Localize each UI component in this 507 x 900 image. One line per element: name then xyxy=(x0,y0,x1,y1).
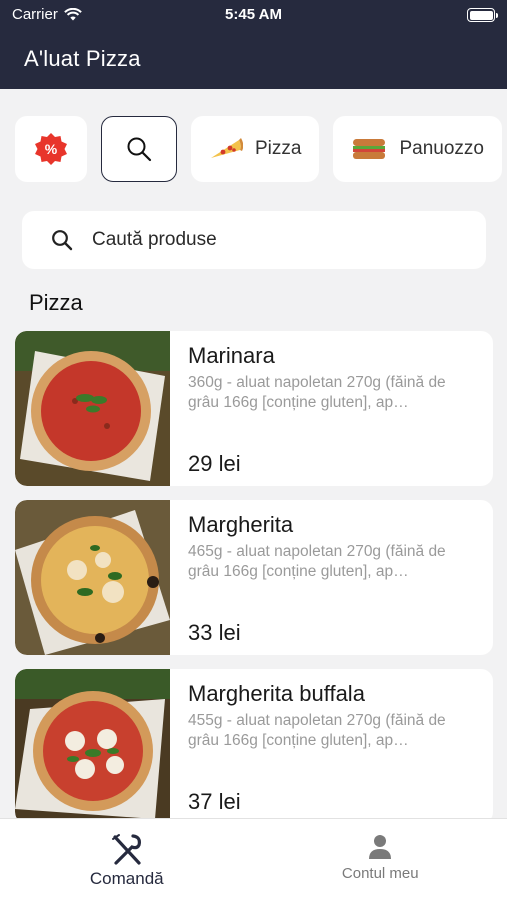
product-list: Marinara 360g - aluat napoletan 270g (fă… xyxy=(15,331,493,838)
product-description: 455g - aluat napoletan 270g (făină de gr… xyxy=(188,712,446,749)
product-name: Margherita buffala xyxy=(188,681,365,706)
svg-text:%: % xyxy=(45,141,58,157)
product-image xyxy=(15,331,170,486)
app-header: Carrier 5:45 AM A'luat Pizza xyxy=(0,0,507,89)
category-search[interactable] xyxy=(101,116,177,182)
product-price: 29 lei xyxy=(188,451,241,476)
tab-bar: Comandă Contul meu xyxy=(0,818,507,900)
clock: 5:45 AM xyxy=(225,6,282,23)
product-name: Marinara xyxy=(188,343,275,368)
battery-icon xyxy=(467,8,498,22)
search-icon xyxy=(127,137,152,162)
product-image xyxy=(15,500,170,655)
product-card-margherita[interactable]: Margherita 465g - aluat napoletan 270g (… xyxy=(15,500,493,655)
section-title: Pizza xyxy=(29,290,83,315)
page-title: A'luat Pizza xyxy=(24,46,141,71)
tab-account[interactable]: Contul meu xyxy=(254,819,507,900)
product-image xyxy=(15,669,170,824)
category-pizza-label: Pizza xyxy=(255,138,302,159)
category-bar: % Pizza Panuozzo xyxy=(15,116,502,182)
search-placeholder: Caută produse xyxy=(92,229,217,250)
product-price: 37 lei xyxy=(188,789,241,814)
tab-order[interactable]: Comandă xyxy=(0,819,254,900)
search-icon xyxy=(52,230,73,251)
product-price: 33 lei xyxy=(188,620,241,645)
product-description: 360g - aluat napoletan 270g (făină de gr… xyxy=(188,374,446,411)
product-card-margherita-buffala[interactable]: Margherita buffala 455g - aluat napoleta… xyxy=(15,669,493,824)
tab-account-label: Contul meu xyxy=(341,865,419,882)
pizza-slice-icon xyxy=(211,138,243,158)
discount-badge-icon: % xyxy=(35,133,67,165)
category-panuozzo[interactable]: Panuozzo xyxy=(333,116,502,182)
user-icon xyxy=(369,835,392,859)
product-description: 465g - aluat napoletan 270g (făină de gr… xyxy=(188,543,446,580)
category-pizza[interactable]: Pizza xyxy=(191,116,320,182)
tab-order-label: Comandă xyxy=(89,869,164,888)
category-panuozzo-label: Panuozzo xyxy=(399,138,484,159)
category-promotions[interactable]: % xyxy=(15,116,87,182)
search-input[interactable]: Caută produse xyxy=(22,211,486,269)
product-card-marinara[interactable]: Marinara 360g - aluat napoletan 270g (fă… xyxy=(15,331,493,486)
status-bar: Carrier 5:45 AM xyxy=(12,6,498,26)
product-name: Margherita xyxy=(188,512,294,537)
cutlery-icon xyxy=(111,834,141,865)
sandwich-icon xyxy=(353,139,386,159)
